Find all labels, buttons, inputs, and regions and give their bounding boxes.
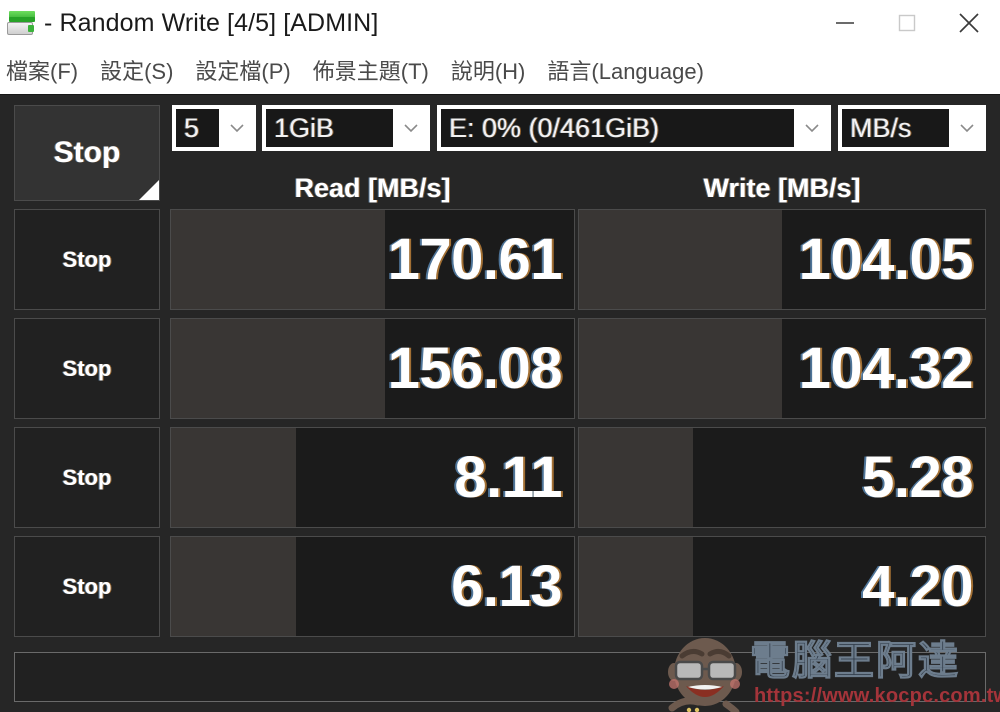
write-value-row-2: 104.32 — [798, 335, 974, 401]
stop-button-row-4[interactable]: Stop — [14, 536, 160, 637]
stop-all-label: Stop — [53, 136, 121, 169]
size-select-value: 1GiB — [266, 109, 393, 147]
close-icon[interactable] — [938, 0, 1000, 46]
menu-bar: 檔案(F) 設定(S) 設定檔(P) 佈景主題(T) 說明(H) 語言(Lang… — [0, 46, 1000, 94]
read-progress-fill-row-3 — [171, 428, 296, 527]
write-value-row-3: 5.28 — [862, 444, 973, 510]
minimize-icon[interactable] — [814, 0, 876, 46]
stop-button-row-2-label: Stop — [62, 355, 112, 381]
chevron-down-icon — [794, 106, 830, 150]
menu-item-settings[interactable]: 設定(S) — [100, 54, 173, 86]
read-cell-row-2: 156.08 — [170, 318, 575, 419]
maximize-icon[interactable] — [876, 0, 938, 46]
read-value-row-2: 156.08 — [387, 335, 563, 401]
read-progress-fill-row-2 — [171, 319, 385, 418]
count-select-value: 5 — [176, 109, 219, 147]
menu-item-profile[interactable]: 設定檔(P) — [195, 54, 290, 86]
stop-button-row-4-label: Stop — [62, 573, 112, 599]
write-progress-fill-row-2 — [579, 319, 782, 418]
write-cell-row-4: 4.20 — [578, 536, 986, 637]
read-cell-row-1: 170.61 — [170, 209, 575, 310]
drive-select[interactable]: E: 0% (0/461GiB) — [437, 105, 831, 151]
menu-item-file[interactable]: 檔案(F) — [6, 54, 78, 86]
menu-item-help[interactable]: 說明(H) — [451, 54, 526, 86]
stop-button-row-1-label: Stop — [62, 246, 112, 272]
read-cell-row-3: 8.11 — [170, 427, 575, 528]
stop-button-row-3-label: Stop — [62, 464, 112, 490]
stop-button-row-3[interactable]: Stop — [14, 427, 160, 528]
status-bar — [14, 652, 986, 702]
stop-all-button[interactable]: Stop — [14, 105, 160, 201]
read-progress-fill-row-1 — [171, 210, 385, 309]
drive-select-value: E: 0% (0/461GiB) — [441, 109, 794, 147]
toolbar: Stop 5 1GiB E: 0% (0/461GiB) MB/s Read [… — [0, 95, 1000, 203]
write-value-row-1: 104.05 — [798, 226, 974, 292]
client-area: Stop 5 1GiB E: 0% (0/461GiB) MB/s Read [… — [0, 94, 1000, 712]
table-row: Stop 6.13 4.20 — [0, 534, 1000, 643]
table-row: Stop 156.08 104.32 — [0, 316, 1000, 425]
chevron-down-icon — [393, 106, 429, 150]
column-header-read: Read [MB/s] — [294, 172, 451, 203]
button-corner-marker — [139, 180, 159, 200]
write-cell-row-2: 104.32 — [578, 318, 986, 419]
unit-select[interactable]: MB/s — [838, 105, 986, 151]
window-title: - Random Write [4/5] [ADMIN] — [44, 8, 379, 37]
window-controls — [814, 0, 1000, 46]
chevron-down-icon — [949, 106, 985, 150]
write-cell-row-3: 5.28 — [578, 427, 986, 528]
menu-item-language[interactable]: 語言(Language) — [547, 54, 704, 86]
title-bar: - Random Write [4/5] [ADMIN] — [0, 0, 1000, 46]
crystaldiskmark-window: - Random Write [4/5] [ADMIN] 檔案(F) 設定(S)… — [0, 0, 1000, 712]
stop-button-row-2[interactable]: Stop — [14, 318, 160, 419]
write-value-row-4: 4.20 — [862, 553, 973, 619]
size-select[interactable]: 1GiB — [262, 105, 430, 151]
read-value-row-3: 8.11 — [454, 444, 562, 510]
table-row: Stop 8.11 5.28 — [0, 425, 1000, 534]
read-progress-fill-row-4 — [171, 537, 296, 636]
write-cell-row-1: 104.05 — [578, 209, 986, 310]
unit-select-value: MB/s — [842, 109, 949, 147]
chevron-down-icon — [219, 106, 255, 150]
table-row: Stop 170.61 104.05 — [0, 207, 1000, 316]
column-header-write: Write [MB/s] — [703, 172, 861, 203]
results-grid: Stop 170.61 104.05 Stop 156.08 104.32 St… — [0, 207, 1000, 643]
stop-button-row-1[interactable]: Stop — [14, 209, 160, 310]
menu-item-theme[interactable]: 佈景主題(T) — [313, 54, 429, 86]
disk-icon — [4, 8, 38, 38]
write-progress-fill-row-1 — [579, 210, 782, 309]
read-cell-row-4: 6.13 — [170, 536, 575, 637]
write-progress-fill-row-3 — [579, 428, 693, 527]
write-progress-fill-row-4 — [579, 537, 693, 636]
read-value-row-4: 6.13 — [451, 553, 562, 619]
read-value-row-1: 170.61 — [387, 226, 563, 292]
count-select[interactable]: 5 — [172, 105, 256, 151]
